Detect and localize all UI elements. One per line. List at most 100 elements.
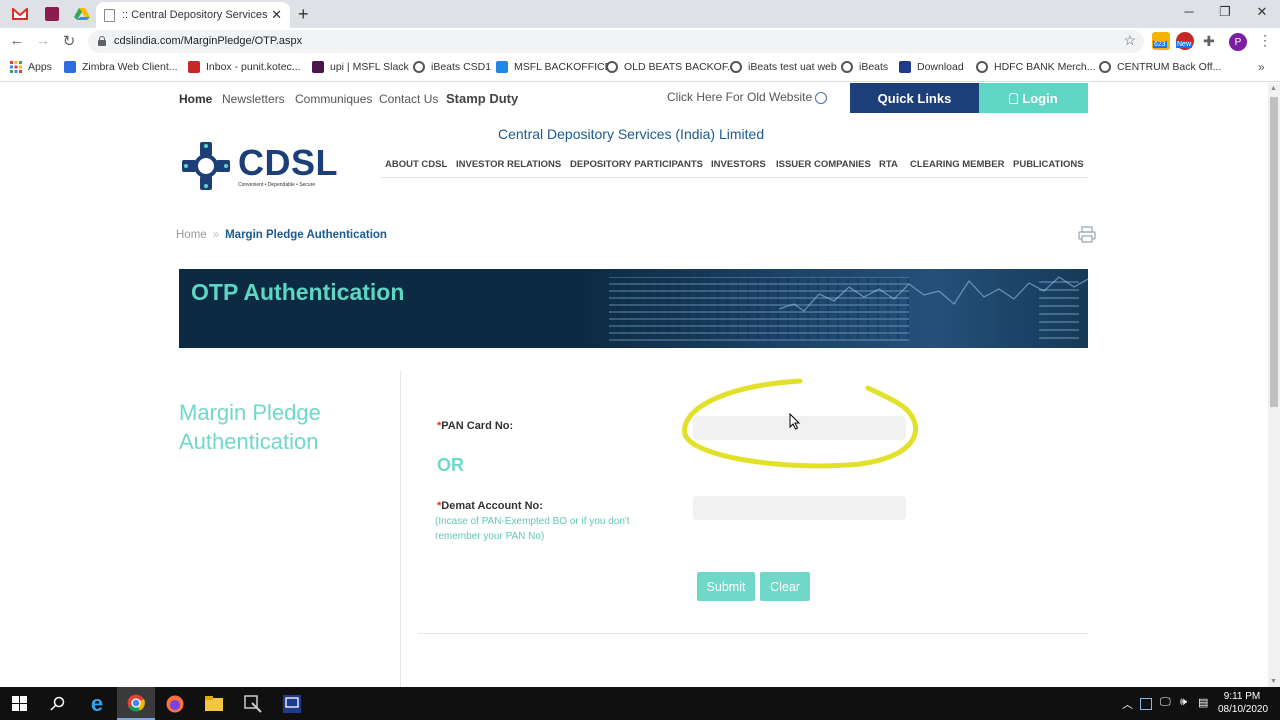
reload-button[interactable]: ↻ <box>60 32 78 50</box>
page-icon <box>104 8 115 22</box>
gmail-tab[interactable] <box>6 4 34 24</box>
submit-button[interactable]: Submit <box>697 572 755 601</box>
restore-button[interactable]: ❐ <box>1210 4 1240 20</box>
nav-rta[interactable]: RTA <box>879 159 898 170</box>
windows-logo-icon <box>11 696 27 711</box>
bookmarks-bar: Apps Zimbra Web Client... Inbox - punit.… <box>0 55 1280 82</box>
extension-icon-2[interactable]: New <box>1176 32 1194 50</box>
side-title: Margin Pledge Authentication <box>179 400 321 454</box>
network-icon[interactable]: 🖵 <box>1160 696 1171 709</box>
bookmark-label: OLD BEATS BACKOF... <box>624 61 736 73</box>
bookmark-item[interactable]: HDFC BANK Merch... <box>976 61 1096 73</box>
tray-app-icon[interactable] <box>1140 698 1152 710</box>
bookmark-label: Inbox - punit.kotec... <box>206 61 301 73</box>
close-window-button[interactable]: ✕ <box>1247 4 1277 20</box>
bookmark-item[interactable]: upi | MSFL Slack <box>312 61 409 73</box>
chrome-icon <box>127 694 145 711</box>
lock-icon <box>1009 92 1019 104</box>
bookmarks-overflow-icon[interactable]: » <box>1258 60 1265 74</box>
taskbar-internet-explorer[interactable]: e <box>78 687 116 720</box>
nav-publications[interactable]: PUBLICATIONS <box>1013 159 1084 170</box>
nav-clearing-member[interactable]: CLEARING MEMBER <box>910 159 1004 170</box>
login-button[interactable]: Login <box>979 83 1088 113</box>
search-icon <box>49 696 64 711</box>
bookmark-label: iBeats <box>859 61 889 73</box>
scrollbar-thumb[interactable] <box>1270 97 1278 407</box>
nav-stamp-duty[interactable]: Stamp Duty <box>446 91 518 106</box>
volume-icon[interactable]: 🕪 <box>1180 696 1187 709</box>
bookmark-item[interactable]: iBeats test uat web <box>730 61 837 73</box>
nav-contact-us[interactable]: Contact Us <box>379 92 438 106</box>
taskbar-clock[interactable]: 9:11 PM 08/10/2020 <box>1218 690 1268 716</box>
nav-investor-relations[interactable]: INVESTOR RELATIONS <box>456 159 561 170</box>
bookmark-item[interactable]: iBeats <box>841 61 888 73</box>
demat-account-input[interactable] <box>693 496 906 520</box>
old-website-label: Click Here For Old Website <box>667 90 813 104</box>
mouse-cursor-icon <box>789 413 801 430</box>
forward-button[interactable]: → <box>34 32 52 49</box>
login-label: Login <box>1022 90 1058 106</box>
bookmark-apps[interactable]: Apps <box>10 61 52 73</box>
pinned-tab[interactable] <box>38 4 66 24</box>
new-tab-button[interactable]: + <box>298 4 309 25</box>
scroll-up-icon[interactable]: ▲ <box>1270 85 1277 92</box>
download-icon <box>899 61 911 73</box>
nav-about-cdsl[interactable]: ABOUT CDSL <box>385 159 447 170</box>
tray-chevron-icon[interactable]: ︿ <box>1122 696 1133 712</box>
browser-menu-icon[interactable]: ⋮ <box>1258 32 1272 49</box>
drive-tab[interactable] <box>68 4 96 24</box>
windows-taskbar: e ︿ 🖵 🕪 ▤ 9:11 PM 08/10/2020 <box>0 687 1280 720</box>
profile-avatar[interactable]: P <box>1229 33 1247 51</box>
clear-button[interactable]: Clear <box>760 572 810 601</box>
notifications-icon[interactable]: ▤ <box>1198 696 1208 709</box>
pan-label: *PAN Card No: <box>437 420 513 432</box>
start-button[interactable] <box>0 687 38 720</box>
address-bar[interactable]: cdslindia.com/MarginPledge/OTP.aspx ☆ <box>88 30 1144 53</box>
extension-icon[interactable]: 623 <box>1152 32 1170 50</box>
page-scrollbar[interactable]: ▲ ▼ <box>1268 83 1280 687</box>
bookmark-item[interactable]: CENTRUM Back Off... <box>1099 61 1221 73</box>
extensions-puzzle-icon[interactable]: ✚ <box>1203 33 1221 51</box>
taskbar-tools[interactable] <box>234 687 272 720</box>
old-website-link[interactable]: Click Here For Old Website <box>667 90 828 104</box>
nav-depository-participants[interactable]: DEPOSITORY PARTICIPANTS <box>570 159 703 170</box>
scroll-down-icon[interactable]: ▼ <box>1270 678 1277 685</box>
demat-hint: (Incase of PAN-Exempted BO or if you don… <box>435 516 630 542</box>
cdsl-logo[interactable]: CDSL Convenient • Dependable • Secure <box>180 138 340 190</box>
taskbar-chrome[interactable] <box>117 687 155 720</box>
active-tab[interactable]: :: Central Depository Services (India) L… <box>96 2 290 28</box>
globe-icon <box>841 61 853 73</box>
nav-investors[interactable]: INVESTORS <box>711 159 766 170</box>
bookmark-item[interactable]: MSFL BACKOFFICE <box>496 61 612 73</box>
back-button[interactable]: ← <box>8 32 26 49</box>
close-tab-icon[interactable]: ✕ <box>271 7 282 23</box>
bookmark-item[interactable]: OLD BEATS BACKOF... <box>606 61 736 73</box>
apps-grid-icon <box>10 61 22 73</box>
bookmark-item[interactable]: Inbox - punit.kotec... <box>188 61 301 73</box>
bookmark-item[interactable]: Download <box>899 61 964 73</box>
globe-icon <box>976 61 988 73</box>
bookmark-star-icon[interactable]: ☆ <box>1123 32 1136 49</box>
globe-icon <box>1099 61 1111 73</box>
pan-label-text: PAN Card No: <box>441 420 514 432</box>
nav-newsletters[interactable]: Newsletters <box>222 92 285 106</box>
content-divider <box>400 371 401 687</box>
breadcrumb-home[interactable]: Home <box>176 229 207 241</box>
bookmark-item[interactable]: iBeats CSD1 <box>413 61 491 73</box>
nav-issuer-companies[interactable]: ISSUER COMPANIES <box>776 159 871 170</box>
logo-text: CDSL <box>238 142 338 183</box>
print-icon[interactable] <box>1078 226 1096 243</box>
demat-label-text: Demat Account No: <box>441 500 543 512</box>
taskbar-remote-app[interactable] <box>273 687 311 720</box>
search-button[interactable] <box>38 687 76 720</box>
nav-communiques[interactable]: Communiques <box>295 92 372 106</box>
bookmark-label: CENTRUM Back Off... <box>1117 61 1222 73</box>
taskbar-file-explorer[interactable] <box>195 687 233 720</box>
taskbar-firefox[interactable] <box>156 687 194 720</box>
nav-home[interactable]: Home <box>179 92 212 106</box>
bookmark-item[interactable]: Zimbra Web Client... <box>64 61 178 73</box>
minimize-button[interactable]: ─ <box>1174 4 1204 19</box>
app-icon <box>45 7 59 21</box>
quick-links-button[interactable]: Quick Links <box>850 83 979 113</box>
remote-desktop-icon <box>283 694 301 713</box>
